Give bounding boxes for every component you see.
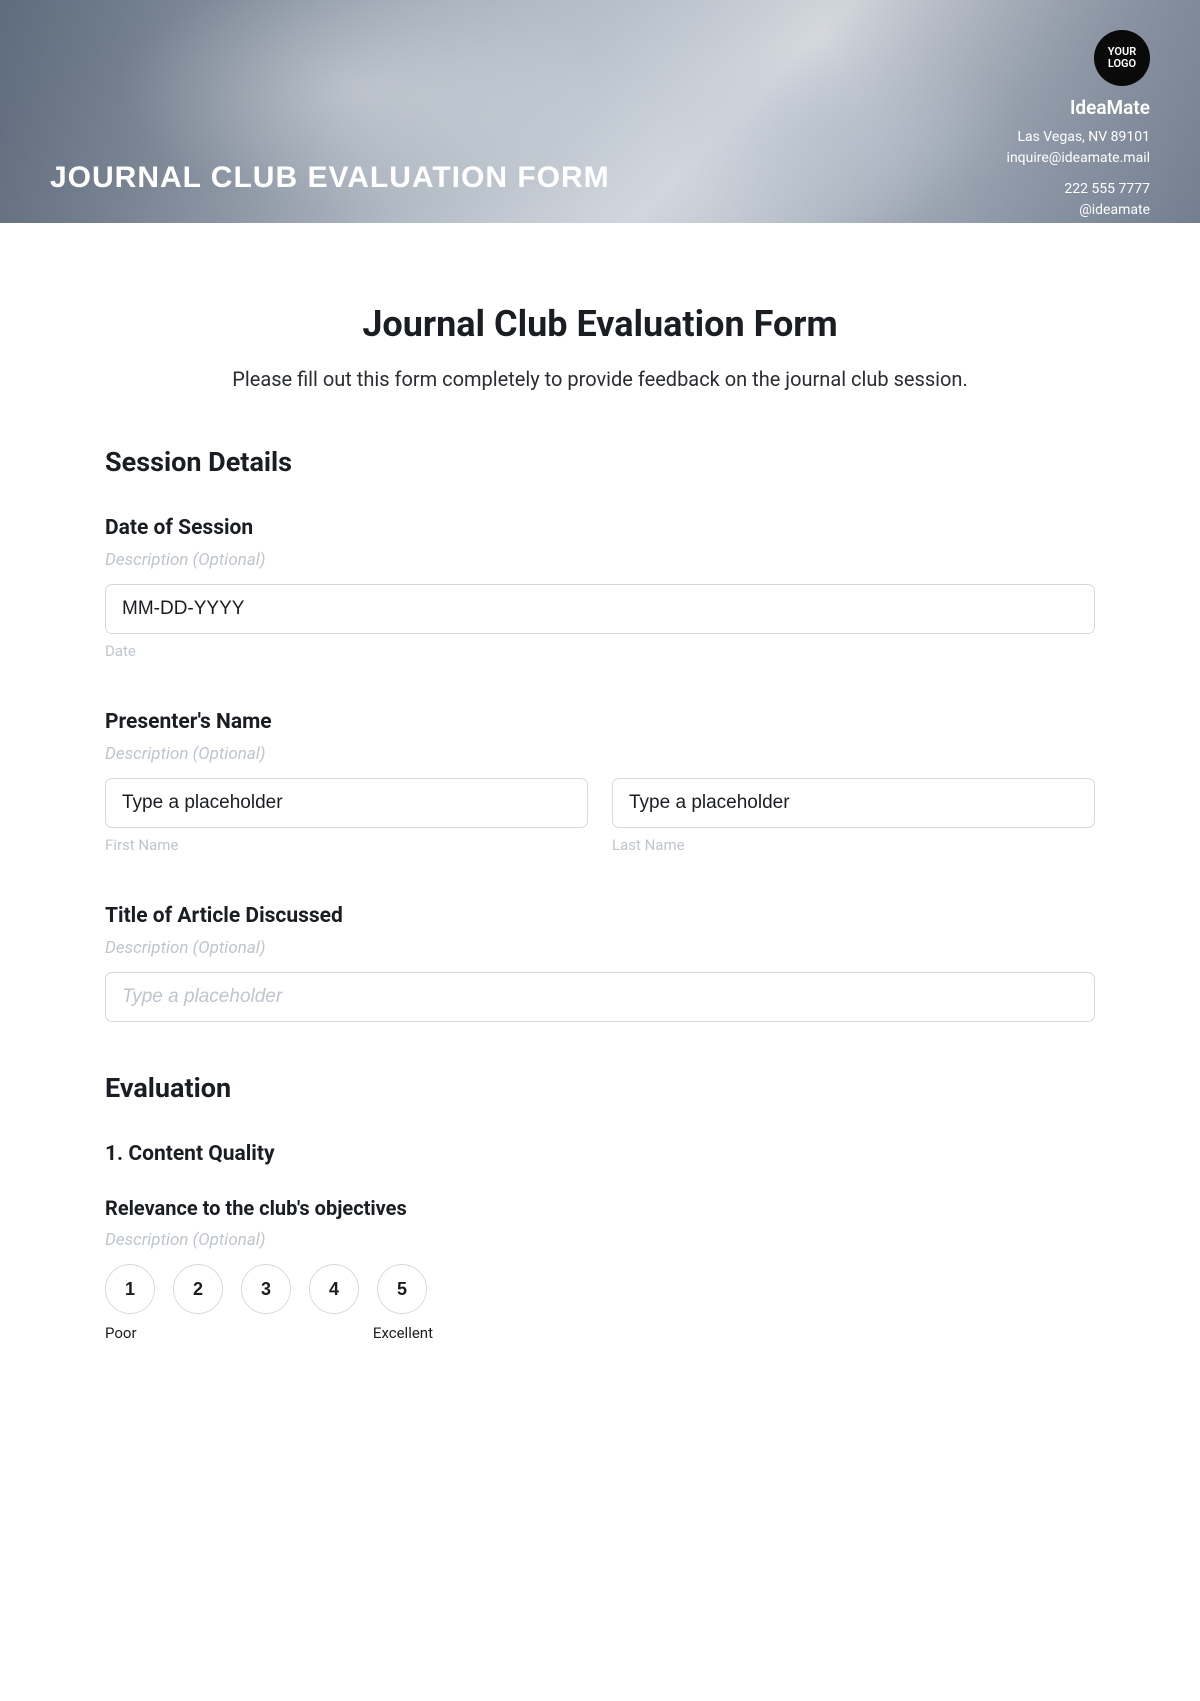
field-article-title: Title of Article Discussed Description (… [105, 904, 1095, 1022]
company-address: Las Vegas, NV 89101 [1007, 127, 1150, 148]
date-label: Date of Session [105, 516, 1095, 540]
form-title: Journal Club Evaluation Form [105, 303, 1095, 345]
company-handle: @ideamate [1007, 200, 1150, 221]
company-email: inquire@ideamate.mail [1007, 148, 1150, 169]
hero-contact-block: YOUR LOGO IdeaMate Las Vegas, NV 89101 i… [1007, 30, 1150, 221]
rating-anchor-labels: Poor Excellent [105, 1324, 433, 1342]
section-evaluation: Evaluation [105, 1072, 1095, 1104]
form-body: Journal Club Evaluation Form Please fill… [0, 223, 1200, 1402]
rating-2[interactable]: 2 [173, 1264, 223, 1314]
date-description: Description (Optional) [105, 550, 1095, 570]
article-title-description: Description (Optional) [105, 938, 1095, 958]
presenter-description: Description (Optional) [105, 744, 1095, 764]
rating-3[interactable]: 3 [241, 1264, 291, 1314]
presenter-label: Presenter's Name [105, 710, 1095, 734]
last-name-input[interactable] [612, 778, 1095, 828]
relevance-label: Relevance to the club's objectives [105, 1196, 1095, 1220]
hero-banner: JOURNAL CLUB EVALUATION FORM YOUR LOGO I… [0, 0, 1200, 223]
form-subtitle: Please fill out this form completely to … [105, 367, 1095, 391]
last-name-sublabel: Last Name [612, 836, 1095, 854]
field-date: Date of Session Description (Optional) D… [105, 516, 1095, 660]
section-session-details: Session Details [105, 446, 1095, 478]
rating-4[interactable]: 4 [309, 1264, 359, 1314]
rating-low-label: Poor [105, 1324, 137, 1342]
company-name: IdeaMate [1007, 96, 1150, 119]
first-name-sublabel: First Name [105, 836, 588, 854]
first-name-input[interactable] [105, 778, 588, 828]
company-phone: 222 555 7777 [1007, 179, 1150, 200]
article-title-input[interactable] [105, 972, 1095, 1022]
evaluation-q1-heading: 1. Content Quality [105, 1142, 1095, 1166]
rating-high-label: Excellent [373, 1324, 433, 1342]
field-presenter: Presenter's Name Description (Optional) … [105, 710, 1095, 854]
article-title-label: Title of Article Discussed [105, 904, 1095, 928]
logo-placeholder: YOUR LOGO [1094, 30, 1150, 86]
hero-title: JOURNAL CLUB EVALUATION FORM [50, 161, 610, 195]
rating-5[interactable]: 5 [377, 1264, 427, 1314]
date-sublabel: Date [105, 642, 1095, 660]
rating-scale: 1 2 3 4 5 [105, 1264, 1095, 1314]
field-relevance: Relevance to the club's objectives Descr… [105, 1196, 1095, 1342]
relevance-description: Description (Optional) [105, 1230, 1095, 1250]
date-input[interactable] [105, 584, 1095, 634]
rating-1[interactable]: 1 [105, 1264, 155, 1314]
